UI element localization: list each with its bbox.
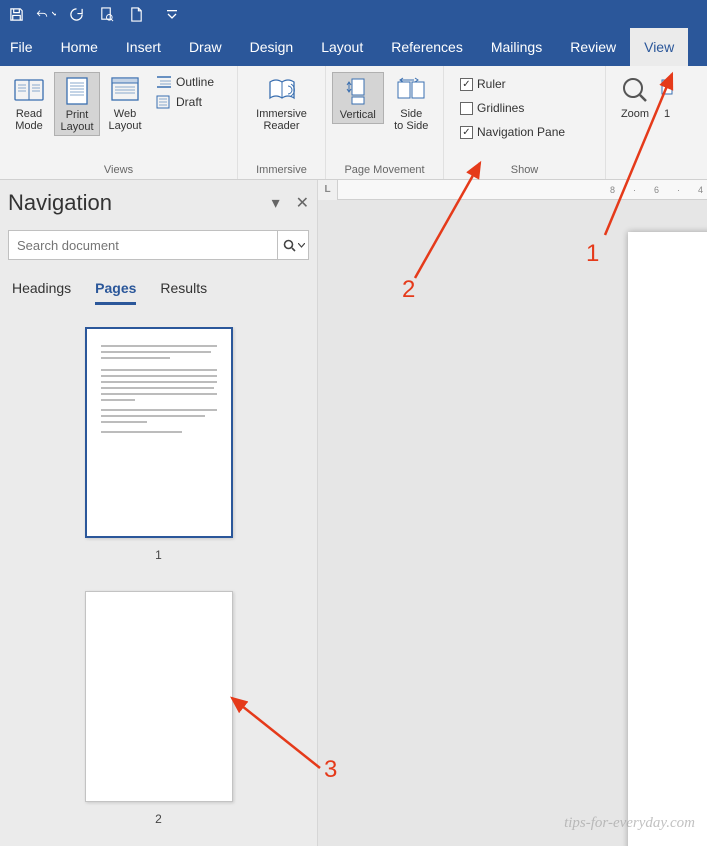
tab-review[interactable]: Review bbox=[556, 28, 630, 66]
nav-dropdown-icon[interactable]: ▾ bbox=[272, 193, 280, 213]
ribbon-group-views: Read Mode Print Layout Web Layout Outlin… bbox=[0, 66, 238, 179]
print-layout-icon bbox=[61, 75, 93, 107]
checkbox-unchecked-icon bbox=[460, 102, 473, 115]
vertical-label: Vertical bbox=[340, 109, 376, 121]
immersive-reader-icon bbox=[266, 74, 298, 106]
chevron-down-icon bbox=[298, 243, 305, 248]
gridlines-checkbox[interactable]: Gridlines bbox=[458, 100, 567, 116]
tab-references[interactable]: References bbox=[377, 28, 477, 66]
main-area: Navigation ▾ ✕ Headings Pages Results bbox=[0, 180, 707, 846]
nav-close-icon[interactable]: ✕ bbox=[296, 193, 309, 213]
print-preview-icon[interactable] bbox=[96, 4, 116, 24]
web-layout-label: Web Layout bbox=[108, 108, 141, 132]
immersive-reader-button[interactable]: Immersive Reader bbox=[256, 72, 308, 134]
quick-access-toolbar bbox=[0, 0, 707, 28]
tab-insert[interactable]: Insert bbox=[112, 28, 175, 66]
read-mode-icon bbox=[13, 74, 45, 106]
page-thumbnail-1[interactable] bbox=[85, 327, 233, 538]
ruler-checkbox[interactable]: ✓ Ruler bbox=[458, 76, 567, 92]
undo-icon[interactable] bbox=[36, 4, 56, 24]
zoom-label: Zoom bbox=[621, 108, 649, 120]
vertical-icon bbox=[342, 75, 374, 107]
page-thumbnails: 1 2 bbox=[8, 327, 309, 836]
vertical-button[interactable]: Vertical bbox=[332, 72, 384, 124]
search-icon bbox=[283, 239, 296, 252]
print-layout-button[interactable]: Print Layout bbox=[54, 72, 100, 136]
outline-button[interactable]: Outline bbox=[154, 74, 216, 90]
ribbon-group-page-movement: Vertical Side to Side Page Movement bbox=[326, 66, 444, 179]
immersive-reader-label: Immersive Reader bbox=[256, 108, 307, 132]
tab-design[interactable]: Design bbox=[236, 28, 308, 66]
zoom-button[interactable]: Zoom bbox=[612, 72, 658, 122]
draft-icon bbox=[156, 95, 172, 109]
side-to-side-icon bbox=[395, 74, 427, 106]
ribbon-group-show: ✓ Ruler Gridlines ✓ Navigation Pane Show bbox=[444, 66, 606, 179]
side-to-side-label: Side to Side bbox=[394, 108, 428, 132]
horizontal-ruler[interactable]: L 8· 6· 4 bbox=[318, 180, 707, 200]
navigation-pane-checkbox[interactable]: ✓ Navigation Pane bbox=[458, 124, 567, 140]
ribbon-tabs: File Home Insert Draw Design Layout Refe… bbox=[0, 28, 707, 66]
ribbon-group-zoom: Zoom 1 bbox=[606, 66, 707, 179]
draft-button[interactable]: Draft bbox=[154, 94, 216, 110]
pages-icon bbox=[661, 74, 673, 106]
new-doc-icon[interactable] bbox=[126, 4, 146, 24]
ruler-label: Ruler bbox=[477, 77, 506, 91]
ribbon-group-immersive: Immersive Reader Immersive bbox=[238, 66, 326, 179]
nav-tab-headings[interactable]: Headings bbox=[12, 280, 71, 305]
tab-mailings[interactable]: Mailings bbox=[477, 28, 556, 66]
customize-qat-icon[interactable] bbox=[162, 4, 182, 24]
tab-view[interactable]: View bbox=[630, 28, 688, 66]
nav-pane-label: Navigation Pane bbox=[477, 125, 565, 139]
outline-icon bbox=[156, 75, 172, 89]
page-thumbnail-2[interactable] bbox=[85, 591, 233, 802]
web-layout-icon bbox=[109, 74, 141, 106]
read-mode-button[interactable]: Read Mode bbox=[6, 72, 52, 134]
ribbon: Read Mode Print Layout Web Layout Outlin… bbox=[0, 66, 707, 180]
read-mode-label: Read Mode bbox=[15, 108, 43, 132]
navigation-title: Navigation bbox=[8, 190, 112, 216]
document-page[interactable] bbox=[628, 232, 707, 846]
tab-draw[interactable]: Draw bbox=[175, 28, 236, 66]
immersive-group-label: Immersive bbox=[238, 164, 325, 179]
tab-home[interactable]: Home bbox=[47, 28, 112, 66]
tab-file[interactable]: File bbox=[0, 28, 47, 66]
redo-icon[interactable] bbox=[66, 4, 86, 24]
page-movement-group-label: Page Movement bbox=[326, 164, 443, 179]
thumb-2-number: 2 bbox=[155, 812, 162, 826]
gridlines-label: Gridlines bbox=[477, 101, 524, 115]
zoom-more-button[interactable]: 1 bbox=[660, 72, 674, 122]
search-button[interactable] bbox=[277, 230, 309, 260]
draft-label: Draft bbox=[176, 95, 202, 109]
print-layout-label: Print Layout bbox=[60, 109, 93, 133]
zoom-icon bbox=[619, 74, 651, 106]
checkbox-checked-icon: ✓ bbox=[460, 126, 473, 139]
show-group-label: Show bbox=[444, 164, 605, 179]
search-input[interactable] bbox=[8, 230, 309, 260]
search-wrap bbox=[8, 230, 309, 260]
nav-tab-results[interactable]: Results bbox=[160, 280, 207, 305]
nav-tabs: Headings Pages Results bbox=[8, 280, 309, 305]
ruler-corner-icon: L bbox=[318, 180, 338, 200]
nav-tab-pages[interactable]: Pages bbox=[95, 280, 136, 305]
views-group-label: Views bbox=[0, 164, 237, 179]
navigation-pane: Navigation ▾ ✕ Headings Pages Results bbox=[0, 180, 318, 846]
save-icon[interactable] bbox=[6, 4, 26, 24]
side-to-side-button[interactable]: Side to Side bbox=[386, 72, 437, 134]
thumb-1-number: 1 bbox=[155, 548, 162, 562]
outline-label: Outline bbox=[176, 75, 214, 89]
document-area[interactable]: L 8· 6· 4 bbox=[318, 180, 707, 846]
web-layout-button[interactable]: Web Layout bbox=[102, 72, 148, 134]
tab-layout[interactable]: Layout bbox=[307, 28, 377, 66]
checkbox-checked-icon: ✓ bbox=[460, 78, 473, 91]
